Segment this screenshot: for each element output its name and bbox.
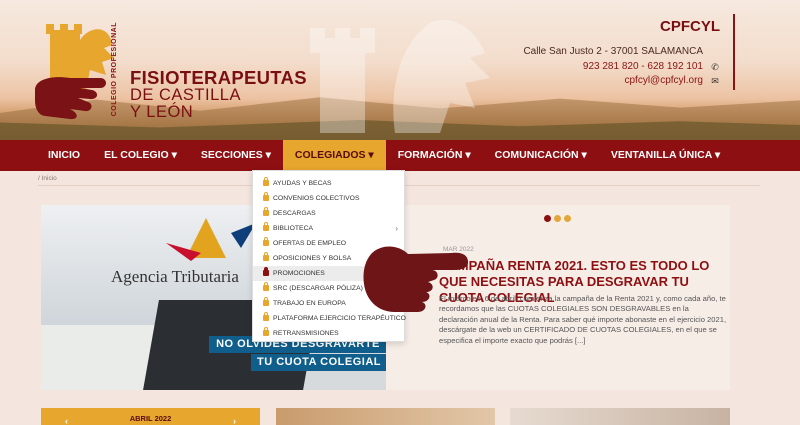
dd-retransmisiones[interactable]: RETRANSMISIONES [253,326,404,341]
brand-line-2: DE CASTILLA [130,86,241,104]
calendar-month: ABRIL 2022 [41,408,260,423]
lock-icon [263,327,269,336]
nav-ventanilla-unica[interactable]: VENTANILLA ÚNICA ▾ [599,140,732,171]
main-nav: INICIO EL COLEGIO ▾ SECCIONES ▾ COLEGIAD… [0,140,800,171]
email-row: cpfcyl@cpfcyl.org ✉ [523,74,720,89]
nav-comunicacion[interactable]: COMUNICACIÓN ▾ [483,140,599,171]
phone-text[interactable]: 923 281 820 - 628 192 101 [583,60,703,75]
castle-watermark-icon [310,19,490,133]
nav-formacion[interactable]: FORMACIÓN ▾ [386,140,483,171]
lock-icon [263,222,269,231]
college-vertical-text: COLEGIO PROFESIONAL [111,22,118,117]
nav-secciones[interactable]: SECCIONES ▾ [189,140,283,171]
slider-dots [544,215,571,222]
chevron-right-icon: › [395,224,398,233]
slider-dot-2[interactable] [554,215,561,222]
agencia-tributaria-logo-icon [166,218,256,261]
post-excerpt: El miércoles, 6 de abril, comienza la ca… [439,294,727,345]
agencia-tributaria-text: Agencia Tributaria [111,267,239,286]
lock-icon [263,282,269,291]
dd-ayudas-becas[interactable]: AYUDAS Y BECAS [253,176,404,191]
address-text: Calle San Justo 2 - 37001 SALAMANCA [523,46,703,57]
nav-colegiados[interactable]: COLEGIADOS ▾ [282,140,386,171]
lock-icon [263,177,269,186]
phone-row: 923 281 820 - 628 192 101 ✆ [523,60,720,75]
lock-icon [263,267,269,276]
lock-icon [263,207,269,216]
calendar-next-icon[interactable]: › [233,416,236,425]
news-card-3[interactable] [510,408,730,425]
dd-biblioteca[interactable]: BIBLIOTECA › [253,221,404,236]
envelope-icon: ✉ [711,76,719,86]
org-acronym: CPFCYL [660,18,720,35]
lock-icon [263,192,269,201]
lock-icon [263,312,269,321]
nav-el-colegio[interactable]: EL COLEGIO ▾ [92,140,189,171]
dd-convenios[interactable]: CONVENIOS COLECTIVOS [253,191,404,206]
email-link[interactable]: cpfcyl@cpfcyl.org [624,74,703,89]
address-row: Calle San Justo 2 - 37001 SALAMANCA [523,45,720,60]
pointing-hand-icon [363,246,468,312]
lock-icon [263,252,269,261]
phone-icon: ✆ [711,61,719,72]
dd-descargas[interactable]: DESCARGAS [253,206,404,221]
lock-icon [263,237,269,246]
brand-name[interactable]: FISIOTERAPEUTAS DE CASTILLA Y LEÓN [130,68,307,121]
slider-dot-1[interactable] [544,215,551,222]
nav-inicio[interactable]: INICIO [36,140,92,171]
site-header: COLEGIO PROFESIONAL FISIOTERAPEUTAS DE C… [0,0,800,140]
breadcrumb[interactable]: / Inicio [38,175,57,182]
calendar-prev-icon[interactable]: ‹ [65,416,68,425]
brand-line-1: FISIOTERAPEUTAS [130,67,307,88]
contact-divider [733,14,735,90]
news-card-2[interactable] [276,408,495,425]
brand-line-3: Y LEÓN [130,103,194,121]
calendar-widget: ABRIL 2022 ‹ › [41,408,260,425]
banner-line-2: TU CUOTA COLEGIAL [251,354,386,371]
lock-icon [263,297,269,306]
slider-dot-3[interactable] [564,215,571,222]
contact-info: CPFCYL Calle San Justo 2 - 37001 SALAMAN… [523,18,720,89]
